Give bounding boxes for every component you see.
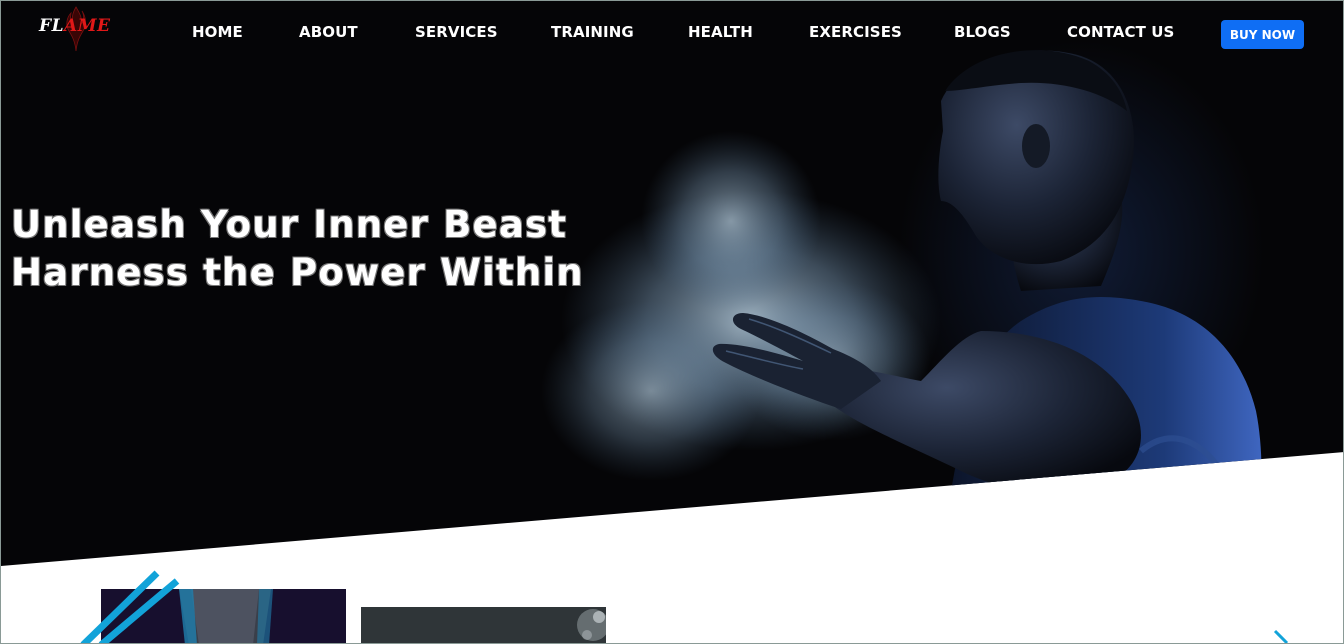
nav-item-contact-us[interactable]: CONTACT US [1067,23,1174,41]
brand-logo-prefix: FL [39,16,65,36]
nav-item-exercises[interactable]: EXERCISES [809,23,902,41]
brand-logo-suffix: AME [64,16,111,36]
nav-item-about[interactable]: ABOUT [299,23,358,41]
corner-accent-line [1273,629,1289,643]
nav-item-blogs[interactable]: BLOGS [954,23,1011,41]
feature-card-image-2[interactable] [361,607,606,643]
decorative-stripes [80,570,180,643]
brand-logo[interactable]: FLAME [39,6,111,53]
page: Unleash Your Inner Beast Harness the Pow… [0,0,1344,644]
hero-athlete-image [541,50,1262,566]
top-navigation: FLAME HOME ABOUT SERVICES TRAINING HEALT… [1,1,1343,67]
nav-item-services[interactable]: SERVICES [415,23,498,41]
nav-item-home[interactable]: HOME [192,23,243,41]
brand-logo-text: FLAME [39,16,111,36]
nav-item-health[interactable]: HEALTH [688,23,753,41]
buy-now-button[interactable]: BUY NOW [1221,20,1304,49]
nav-item-training[interactable]: TRAINING [551,23,634,41]
hero-section: Unleash Your Inner Beast Harness the Pow… [1,1,1343,566]
card-2-photo [361,607,606,643]
